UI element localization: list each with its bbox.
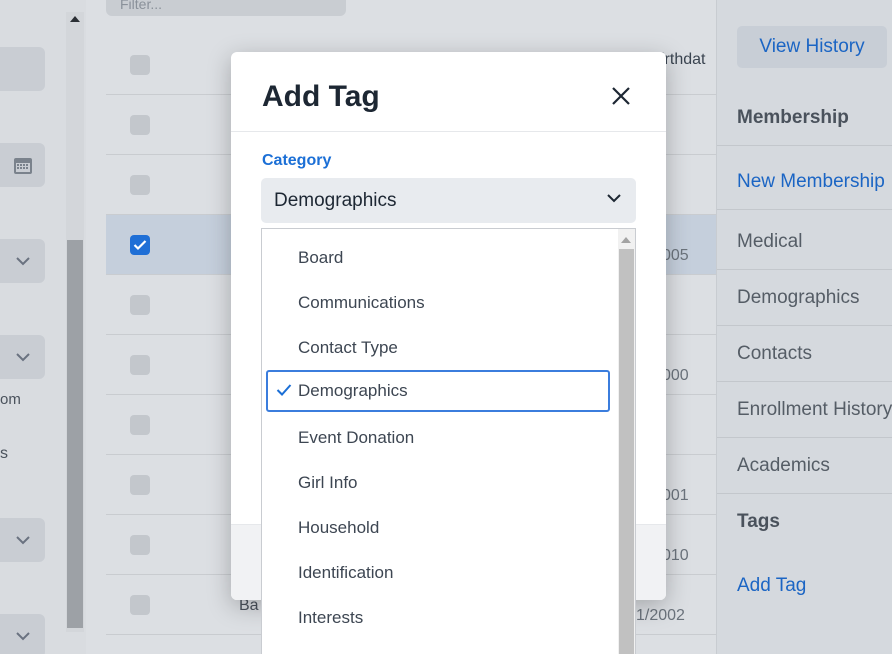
chevron-down-icon — [15, 536, 30, 545]
row-birthdate: 000 — [662, 367, 689, 384]
option-household[interactable]: Household — [266, 507, 610, 549]
option-label: Girl Info — [298, 473, 358, 492]
option-event-donation[interactable]: Event Donation — [266, 417, 610, 459]
dropdown-scrollbar-thumb[interactable] — [619, 249, 634, 654]
row-birthdate: 010 — [662, 547, 689, 564]
option-label: Household — [298, 518, 380, 537]
option-label: Event Donation — [298, 428, 415, 447]
category-label: Category — [262, 152, 332, 169]
close-icon — [612, 87, 630, 105]
option-label: Contact Type — [298, 338, 398, 357]
category-select[interactable]: Demographics — [261, 178, 636, 223]
left-panel: om s — [0, 0, 86, 654]
scroll-up-icon[interactable] — [621, 237, 631, 243]
filter-button[interactable]: Filter... — [106, 0, 346, 16]
option-communications[interactable]: Communications — [266, 282, 610, 324]
row-checkbox[interactable] — [130, 475, 150, 495]
calendar-icon — [13, 158, 32, 174]
row-birthdate: 001 — [662, 487, 689, 504]
chevron-down-icon — [15, 353, 30, 362]
new-membership-link[interactable]: New Membership — [717, 154, 892, 210]
left-dropdown-button[interactable] — [0, 239, 45, 283]
add-tag-link[interactable]: Add Tag — [717, 558, 892, 614]
left-dropdown-button[interactable] — [0, 614, 45, 654]
chevron-down-icon — [15, 257, 30, 266]
option-label: Board — [298, 248, 344, 267]
nav-demographics[interactable]: Demographics — [717, 270, 892, 326]
section-tags: Tags — [737, 511, 780, 532]
option-label: Demographics — [298, 381, 408, 400]
row-checkbox[interactable] — [130, 175, 150, 195]
chevron-down-icon — [607, 194, 621, 203]
chevron-down-icon — [15, 632, 30, 641]
checkmark-icon — [276, 384, 292, 396]
close-button[interactable] — [607, 82, 635, 110]
scroll-up-icon[interactable] — [70, 16, 80, 22]
option-contact-type[interactable]: Contact Type — [266, 327, 610, 369]
row-checkbox[interactable] — [130, 235, 150, 255]
left-text: s — [0, 445, 8, 462]
option-board[interactable]: Board — [266, 237, 610, 279]
birthdate-header: irthdat — [661, 51, 706, 68]
nav-medical[interactable]: Medical — [717, 214, 892, 270]
view-history-button[interactable]: View History — [737, 26, 887, 68]
row-checkbox[interactable] — [130, 535, 150, 555]
row-checkbox[interactable] — [130, 415, 150, 435]
left-text: om — [0, 391, 21, 408]
option-label: Interests — [298, 608, 364, 627]
option-label: Identification — [298, 563, 394, 582]
modal-header: Add Tag — [231, 52, 666, 132]
checkmark-icon — [133, 240, 147, 251]
row-birthdate: 1/2002 — [636, 607, 685, 624]
option-girl-info[interactable]: Girl Info — [266, 462, 610, 504]
category-select-value: Demographics — [274, 189, 397, 211]
row-birthdate: 005 — [662, 247, 689, 264]
modal-title: Add Tag — [262, 80, 380, 113]
row-checkbox[interactable] — [130, 295, 150, 315]
section-membership: Membership — [717, 90, 892, 146]
category-options-list: Board Communications Contact Type Demogr… — [261, 228, 636, 654]
left-panel-button[interactable] — [0, 47, 45, 91]
nav-enrollment-history[interactable]: Enrollment History — [717, 382, 892, 438]
row-checkbox[interactable] — [130, 55, 150, 75]
option-label: Communications — [298, 293, 425, 312]
scrollbar-thumb[interactable] — [67, 240, 83, 628]
calendar-button[interactable] — [0, 143, 45, 187]
option-identification[interactable]: Identification — [266, 552, 610, 594]
right-panel: View History Membership New Membership M… — [716, 0, 892, 654]
row-checkbox[interactable] — [130, 115, 150, 135]
option-demographics[interactable]: Demographics — [266, 370, 610, 412]
row-checkbox[interactable] — [130, 595, 150, 615]
row-checkbox[interactable] — [130, 355, 150, 375]
option-interests[interactable]: Interests — [266, 597, 610, 639]
left-dropdown-button[interactable] — [0, 335, 45, 379]
nav-contacts[interactable]: Contacts — [717, 326, 892, 382]
nav-academics[interactable]: Academics — [717, 438, 892, 494]
left-dropdown-button[interactable] — [0, 518, 45, 562]
